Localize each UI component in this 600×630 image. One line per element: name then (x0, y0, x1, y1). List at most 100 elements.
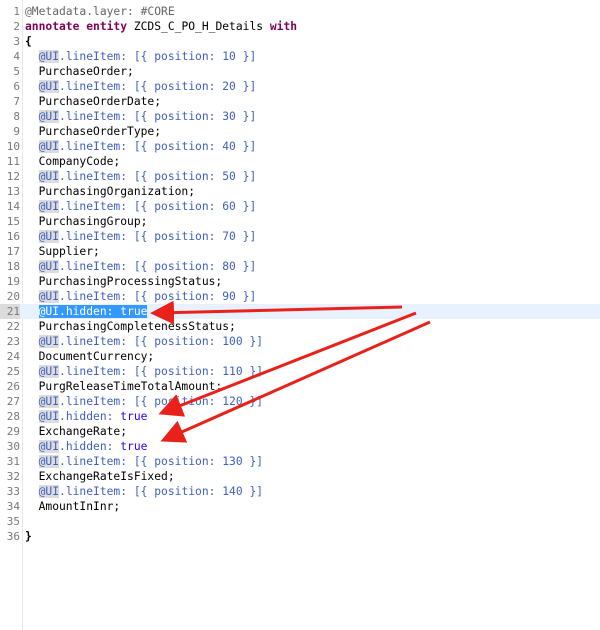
code-text: @UI.lineItem: [{ position: 30 }] (38, 110, 257, 123)
code-line[interactable]: 18 @UI.lineItem: [{ position: 80 }] (0, 259, 600, 274)
code-text: @UI.hidden: true (38, 410, 148, 423)
code-line[interactable]: 11 CompanyCode; (0, 154, 600, 169)
code-line[interactable]: 5 PurchaseOrder; (0, 64, 600, 79)
code-text: ExchangeRateIsFixed; (25, 470, 175, 483)
code-text: PurchaseOrder; (25, 65, 134, 78)
code-line[interactable]: 1 @Metadata.layer: #CORE (0, 4, 600, 19)
code-text: PurchaseOrderType; (25, 125, 162, 138)
code-text: @UI.lineItem: [{ position: 40 }] (38, 140, 257, 153)
line-number: 29 (6, 425, 20, 438)
code-text: } (25, 530, 32, 543)
code-text: @UI.lineItem: [{ position: 120 }] (38, 395, 264, 408)
code-line[interactable]: 16 @UI.lineItem: [{ position: 70 }] (0, 229, 600, 244)
code-line[interactable]: 12 @UI.lineItem: [{ position: 50 }] (0, 169, 600, 184)
code-text: @UI.lineItem: [{ position: 50 }] (38, 170, 257, 183)
line-number: 11 (6, 155, 20, 168)
code-text: Supplier; (25, 245, 100, 258)
line-number: 23 (6, 335, 20, 348)
code-line[interactable]: 31 @UI.lineItem: [{ position: 130 }] (0, 454, 600, 469)
line-number: 18 (6, 260, 20, 273)
line-number: 30 (6, 440, 20, 453)
code-text: @UI.hidden: true (38, 305, 148, 318)
code-line[interactable]: 32 ExchangeRateIsFixed; (0, 469, 600, 484)
line-number: 34 (6, 500, 20, 513)
code-text: @UI.lineItem: [{ position: 100 }] (38, 335, 264, 348)
code-line[interactable]: 3{ (0, 34, 600, 49)
line-number: 9 (13, 125, 20, 138)
code-line[interactable]: 23 @UI.lineItem: [{ position: 100 }] (0, 334, 600, 349)
code-line[interactable]: 25 @UI.lineItem: [{ position: 110 }] (0, 364, 600, 379)
line-number: 16 (6, 230, 20, 243)
code-text: @UI.lineItem: [{ position: 140 }] (38, 485, 264, 498)
code-line[interactable]: 15 PurchasingGroup; (0, 214, 600, 229)
line-number: 1 (13, 5, 20, 18)
line-number: 21 (0, 304, 20, 319)
line-number: 7 (13, 95, 20, 108)
code-line[interactable]: 14 @UI.lineItem: [{ position: 60 }] (0, 199, 600, 214)
code-text: PurchasingOrganization; (25, 185, 196, 198)
code-text: PurchaseOrderDate; (25, 95, 162, 108)
code-line[interactable]: 13 PurchasingOrganization; (0, 184, 600, 199)
code-line[interactable]: 34 AmountInInr; (0, 499, 600, 514)
code-line[interactable]: 17 Supplier; (0, 244, 600, 259)
code-line[interactable]: 21 @UI.hidden: true (0, 304, 600, 319)
code-line[interactable]: 9 PurchaseOrderType; (0, 124, 600, 139)
code-text: PurchasingCompletenessStatus; (25, 320, 236, 333)
code-line[interactable]: 8 @UI.lineItem: [{ position: 30 }] (0, 109, 600, 124)
line-number: 6 (13, 80, 20, 93)
code-line[interactable]: 22 PurchasingCompletenessStatus; (0, 319, 600, 334)
code-line[interactable]: 2 annotate entity ZCDS_C_PO_H_Details wit… (0, 19, 600, 34)
code-text: @UI.lineItem: [{ position: 60 }] (38, 200, 257, 213)
code-line[interactable]: 26 PurgReleaseTimeTotalAmount; (0, 379, 600, 394)
line-number: 4 (13, 50, 20, 63)
code-line[interactable]: 27 @UI.lineItem: [{ position: 120 }] (0, 394, 600, 409)
code-line[interactable]: 24 DocumentCurrency; (0, 349, 600, 364)
code-text: ExchangeRate; (25, 425, 128, 438)
line-number: 3 (13, 35, 20, 48)
line-number: 26 (6, 380, 20, 393)
line-number: 13 (6, 185, 20, 198)
line-number: 10 (6, 140, 20, 153)
line-number: 15 (6, 215, 20, 228)
code-line[interactable]: 10 @UI.lineItem: [{ position: 40 }] (0, 139, 600, 154)
code-text: CompanyCode; (25, 155, 121, 168)
line-number: 22 (6, 320, 20, 333)
line-number: 36 (6, 530, 20, 543)
code-line[interactable]: 20 @UI.lineItem: [{ position: 90 }] (0, 289, 600, 304)
code-line[interactable]: 33 @UI.lineItem: [{ position: 140 }] (0, 484, 600, 499)
code-text: @UI.lineItem: [{ position: 10 }] (38, 50, 257, 63)
line-number: 27 (6, 395, 20, 408)
code-line[interactable]: 30 @UI.hidden: true (0, 439, 600, 454)
code-text: @UI.lineItem: [{ position: 110 }] (38, 365, 264, 378)
code-text: @UI.hidden: true (38, 440, 148, 453)
line-number: 32 (6, 470, 20, 483)
line-number: 24 (6, 350, 20, 363)
code-text: DocumentCurrency; (25, 350, 155, 363)
code-text: annotate entity ZCDS_C_PO_H_Details with (25, 20, 298, 33)
line-number: 8 (13, 110, 20, 123)
code-line[interactable]: 7 PurchaseOrderDate; (0, 94, 600, 109)
code-text: @Metadata.layer: #CORE (25, 5, 175, 18)
code-line[interactable]: 29 ExchangeRate; (0, 424, 600, 439)
code-text: { (25, 35, 32, 48)
line-number: 2 (13, 20, 20, 33)
line-number: 33 (6, 485, 20, 498)
code-text: @UI.lineItem: [{ position: 20 }] (38, 80, 257, 93)
line-number: 31 (6, 455, 20, 468)
code-lines: 1 @Metadata.layer: #CORE 2 annotate entity … (0, 4, 600, 544)
code-text: PurgReleaseTimeTotalAmount; (25, 380, 223, 393)
code-line[interactable]: 35 (0, 514, 600, 529)
code-editor[interactable]: 1 @Metadata.layer: #CORE 2 annotate entity … (0, 0, 600, 630)
code-text: PurchasingGroup; (25, 215, 148, 228)
code-line[interactable]: 19 PurchasingProcessingStatus; (0, 274, 600, 289)
code-text: @UI.lineItem: [{ position: 90 }] (38, 290, 257, 303)
code-line[interactable]: 28 @UI.hidden: true (0, 409, 600, 424)
line-number: 35 (6, 515, 20, 528)
code-line[interactable]: 6 @UI.lineItem: [{ position: 20 }] (0, 79, 600, 94)
line-number: 28 (6, 410, 20, 423)
code-text: AmountInInr; (25, 500, 121, 513)
code-line[interactable]: 36} (0, 529, 600, 544)
line-number: 25 (6, 365, 20, 378)
code-text: @UI.lineItem: [{ position: 130 }] (38, 455, 264, 468)
code-line[interactable]: 4 @UI.lineItem: [{ position: 10 }] (0, 49, 600, 64)
